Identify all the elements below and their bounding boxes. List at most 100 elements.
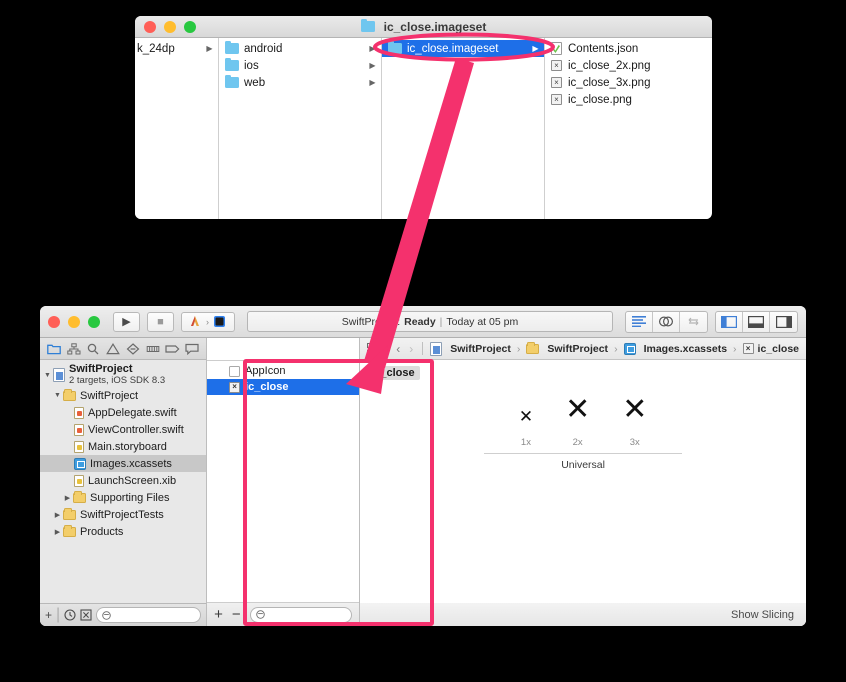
tree-item-group[interactable]: ▼ SwiftProject — [40, 387, 206, 404]
breakpoint-navigator-icon[interactable] — [164, 341, 181, 356]
tree-item-file[interactable]: ViewController.swift — [40, 421, 206, 438]
breadcrumb-item-group[interactable]: SwiftProject — [526, 342, 608, 355]
xcode-minimize-button[interactable] — [68, 315, 80, 328]
finder-row-label: Contents.json — [568, 42, 639, 55]
finder-row[interactable]: × ic_close.png — [545, 91, 711, 108]
breadcrumb-item-xcassets[interactable]: Images.xcassets — [623, 342, 727, 355]
project-navigator-tree[interactable]: ▼ SwiftProject 2 targets, iOS SDK 8.3 ▼ … — [40, 360, 207, 603]
asset-list-item-label: ic_close — [245, 381, 289, 393]
toggle-debug-area-button[interactable] — [743, 311, 770, 332]
asset-catalog-list-panel[interactable]: AppIcon × ic_close + − — [207, 338, 361, 626]
slot-1x[interactable]: ✕ 1x — [519, 408, 533, 448]
jump-bar[interactable]: ‹ › SwiftProject › SwiftProject › Images… — [360, 338, 806, 360]
xcode-traffic-lights[interactable] — [48, 315, 100, 328]
folder-icon — [225, 74, 239, 88]
slot-3x[interactable]: ✕ 3x — [622, 395, 647, 449]
finder-row[interactable]: ios ▶ — [219, 57, 381, 74]
toggle-utilities-button[interactable] — [770, 312, 797, 332]
related-items-icon[interactable] — [367, 342, 380, 355]
finder-row[interactable]: Contents.json — [545, 40, 711, 57]
asset-list-bottom-bar[interactable]: + − — [207, 603, 360, 626]
breadcrumb-item-imageset[interactable]: × ic_close — [742, 343, 799, 355]
tree-item-file[interactable]: Main.storyboard — [40, 438, 206, 455]
finder-row-label: ic_close_3x.png — [568, 76, 651, 89]
xcode-zoom-button[interactable] — [88, 315, 100, 328]
finder-row[interactable]: web ▶ — [219, 74, 381, 91]
toggle-debug-area-icon — [748, 315, 764, 328]
source-control-filter-icon[interactable] — [80, 609, 92, 621]
version-editor-button[interactable] — [680, 312, 707, 332]
debug-navigator-icon[interactable] — [144, 341, 161, 356]
toggle-navigator-button[interactable] — [716, 311, 743, 332]
disclosure-triangle-icon[interactable]: ▼ — [52, 392, 63, 399]
disclosure-triangle-icon[interactable]: ▶ — [52, 528, 63, 536]
finder-window[interactable]: ic_close.imageset k_24dp ▶ android ▶ ios… — [135, 16, 712, 219]
show-slicing-button[interactable]: Show Slicing — [731, 609, 794, 621]
finder-row[interactable]: android ▶ — [219, 40, 381, 57]
finder-titlebar[interactable]: ic_close.imageset — [135, 16, 712, 38]
tree-item-project[interactable]: ▼ SwiftProject 2 targets, iOS SDK 8.3 — [40, 363, 206, 387]
tree-item-group[interactable]: ▶ Products — [40, 523, 206, 540]
slot-2x[interactable]: ✕ 2x — [565, 395, 590, 449]
navigator-filter-bar[interactable]: + | — [40, 603, 207, 626]
finder-row[interactable]: k_24dp ▶ — [135, 40, 218, 57]
finder-column-contents[interactable]: Contents.json × ic_close_2x.png × ic_clo… — [545, 38, 711, 219]
swift-file-icon — [74, 406, 84, 419]
finder-column-parent[interactable]: k_24dp ▶ — [135, 38, 219, 219]
test-navigator-icon[interactable] — [124, 341, 141, 356]
recent-files-icon[interactable] — [64, 609, 76, 621]
asset-list-item-ic-close[interactable]: × ic_close — [207, 379, 360, 395]
assistant-editor-button[interactable] — [653, 311, 680, 332]
project-navigator-icon[interactable] — [45, 341, 62, 356]
divider — [386, 342, 388, 355]
tree-item-xcassets[interactable]: Images.xcassets — [40, 455, 207, 472]
xcode-close-button[interactable] — [48, 315, 60, 328]
issue-navigator-icon[interactable] — [105, 341, 122, 356]
tree-item-file[interactable]: AppDelegate.swift — [40, 404, 206, 421]
finder-columns: k_24dp ▶ android ▶ ios ▶ web ▶ ic_close.… — [135, 38, 712, 219]
disclosure-triangle-icon[interactable]: ▼ — [42, 372, 53, 379]
asset-detail-editor[interactable]: ic_close ✕ 1x ✕ 2x ✕ 3x Universal — [360, 360, 806, 603]
editor-bottom-bar[interactable]: Show Slicing — [360, 603, 806, 626]
disclosure-triangle-icon[interactable]: ▶ — [62, 494, 73, 502]
stop-button[interactable]: ■ — [147, 311, 174, 332]
navigator-tab-bar[interactable] — [40, 338, 207, 360]
breadcrumb-item-project[interactable]: SwiftProject — [430, 341, 511, 356]
finder-row-selected[interactable]: ic_close.imageset ▶ — [382, 40, 544, 57]
search-navigator-icon[interactable] — [85, 341, 102, 356]
chevron-right-icon: ▶ — [532, 44, 539, 53]
chevron-right-icon: ▶ — [369, 78, 376, 87]
navigator-panel[interactable]: ▼ SwiftProject 2 targets, iOS SDK 8.3 ▼ … — [40, 338, 208, 626]
asset-filter-input[interactable] — [249, 606, 353, 623]
finder-column-platforms[interactable]: android ▶ ios ▶ web ▶ — [219, 38, 382, 219]
xcode-window[interactable]: ▶ ■ › SwiftProject: Ready | Today at 05 … — [40, 306, 806, 626]
tree-item-label: ViewController.swift — [88, 423, 184, 436]
asset-list-item-appicon[interactable]: AppIcon — [207, 363, 359, 379]
stop-icon: ■ — [157, 315, 164, 328]
finder-row[interactable]: × ic_close_3x.png — [545, 74, 711, 91]
standard-editor-button[interactable] — [626, 311, 653, 332]
scheme-selector[interactable]: › — [181, 311, 235, 332]
forward-button[interactable]: › — [407, 342, 415, 356]
xcode-toolbar[interactable]: ▶ ■ › SwiftProject: Ready | Today at 05 … — [40, 306, 806, 338]
finder-window-title: ic_close.imageset — [135, 18, 712, 34]
remove-asset-button[interactable]: − — [232, 607, 241, 622]
back-button[interactable]: ‹ — [394, 342, 402, 356]
run-button[interactable]: ▶ — [113, 311, 140, 332]
tree-item-group[interactable]: ▶ SwiftProjectTests — [40, 506, 206, 523]
view-toggle-group[interactable] — [715, 310, 798, 333]
add-asset-button[interactable]: + — [214, 607, 223, 622]
symbol-navigator-icon[interactable] — [65, 341, 82, 356]
finder-column-imageset[interactable]: ic_close.imageset ▶ — [382, 38, 545, 219]
navigator-filter-input[interactable] — [96, 607, 202, 623]
appicon-set-icon — [229, 365, 241, 377]
tree-item-file[interactable]: LaunchScreen.xib — [40, 472, 206, 489]
finder-row[interactable]: × ic_close_2x.png — [545, 57, 711, 74]
folder-yellow-icon — [526, 342, 540, 354]
report-navigator-icon[interactable] — [184, 341, 201, 356]
asset-list[interactable]: AppIcon × ic_close — [207, 360, 360, 603]
disclosure-triangle-icon[interactable]: ▶ — [52, 511, 63, 519]
tree-item-group[interactable]: ▶ Supporting Files — [40, 489, 206, 506]
add-button[interactable]: + — [45, 609, 52, 621]
editor-mode-group[interactable] — [625, 310, 708, 333]
